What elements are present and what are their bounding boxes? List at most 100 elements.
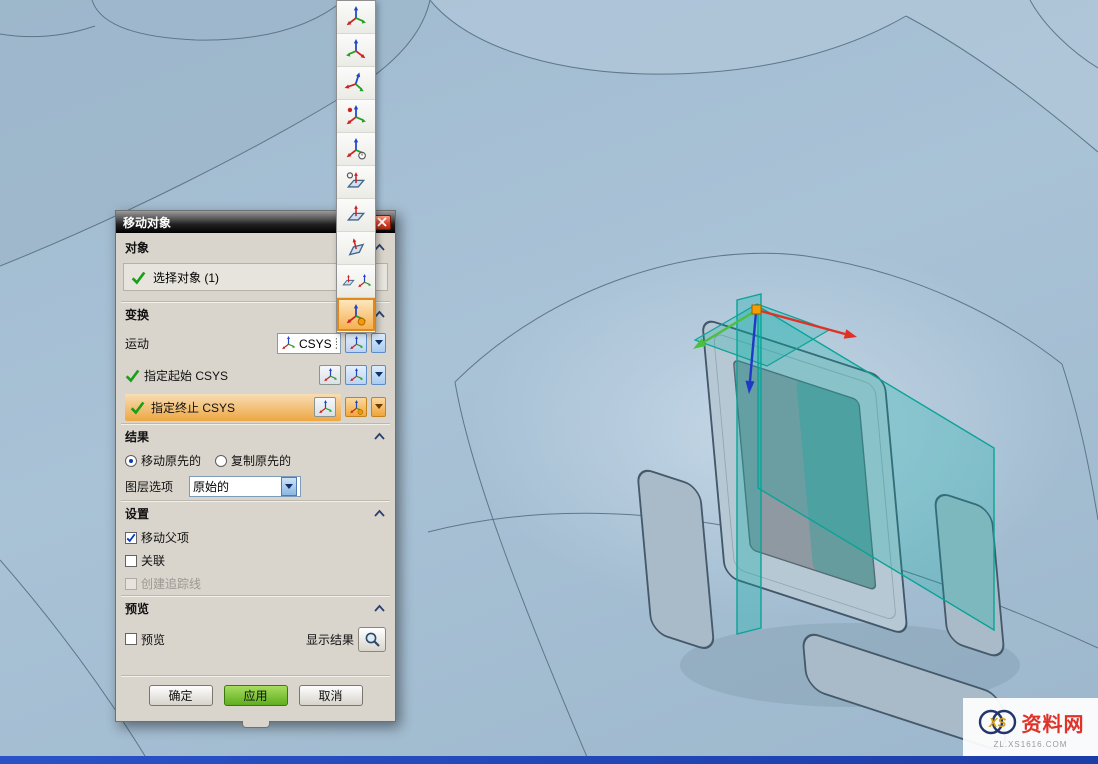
- magnifier-icon: [364, 631, 381, 648]
- section-result-header[interactable]: 结果: [121, 423, 390, 448]
- associative-checkbox[interactable]: [125, 555, 137, 567]
- watermark-logo-text: XS: [987, 715, 1006, 730]
- csys-constructor-icon: [318, 400, 333, 415]
- associative-row: 关联: [121, 549, 390, 572]
- triad-small-icon: [341, 274, 356, 289]
- flyout-dynamic-csys-selected-icon[interactable]: [337, 298, 375, 331]
- ok-button[interactable]: 确定: [149, 685, 213, 706]
- section-preview-header[interactable]: 预览: [121, 595, 390, 620]
- show-result-button[interactable]: [358, 627, 386, 652]
- surface-region: [430, 0, 1098, 152]
- triad-mirrored-icon: [345, 39, 367, 61]
- move-original-label: 移动原先的: [141, 452, 201, 469]
- flyout-offset-plane-icon[interactable]: [337, 166, 375, 199]
- result-radio-row: 移动原先的 复制原先的: [121, 449, 390, 472]
- flyout-triad-rotated-icon[interactable]: [337, 67, 375, 100]
- offset-plane-icon: [345, 171, 367, 193]
- dynamic-csys-icon: [349, 400, 364, 415]
- green-check-icon: [130, 400, 145, 415]
- end-csys-label: 指定终止 CSYS: [151, 399, 235, 416]
- start-csys-dropdown-button[interactable]: [371, 365, 386, 385]
- csys-to-csys-icon: [281, 336, 296, 351]
- triad-icon: [345, 6, 367, 28]
- triad-icon: [349, 336, 364, 351]
- end-csys-dropdown-button[interactable]: [371, 397, 386, 417]
- end-csys-row: 指定终止 CSYS: [121, 391, 390, 423]
- dropdown-arrow-icon: [375, 404, 383, 413]
- trace-line-row: 创建追踪线: [121, 572, 390, 595]
- end-csys-highlight[interactable]: 指定终止 CSYS: [125, 394, 341, 421]
- checkbox-check-icon: [126, 533, 136, 543]
- triad-small-icon: [357, 274, 372, 289]
- show-result-label: 显示结果: [306, 631, 354, 648]
- flyout-triad-point-icon[interactable]: [337, 100, 375, 133]
- apply-button[interactable]: 应用: [224, 685, 288, 706]
- flyout-triad-mirrored-icon[interactable]: [337, 34, 375, 67]
- watermark: XS 资料网 ZL.XS1616.COM: [963, 698, 1098, 756]
- layer-option-row: 图层选项 原始的: [121, 472, 390, 500]
- csys-constructor-icon: [323, 368, 338, 383]
- flyout-plane-x-axis-icon[interactable]: [337, 199, 375, 232]
- motion-label: 运动: [125, 335, 149, 352]
- move-parent-row: 移动父项: [121, 526, 390, 549]
- motion-dropdown-button[interactable]: [371, 333, 386, 353]
- triad-rotated-icon: [342, 69, 370, 97]
- green-check-icon: [131, 270, 146, 285]
- watermark-logo-icon: XS: [977, 705, 1019, 739]
- section-settings-header[interactable]: 设置: [121, 500, 390, 525]
- watermark-site: ZL.XS1616.COM: [994, 740, 1068, 749]
- csys-origin-handle[interactable]: [752, 305, 761, 314]
- collapse-chevron-icon[interactable]: [373, 603, 386, 614]
- preview-checkbox[interactable]: [125, 633, 137, 645]
- csys-type-flyout: [336, 0, 376, 333]
- layer-option-combobox[interactable]: 原始的: [189, 476, 301, 497]
- plane-angle-icon: [343, 235, 370, 262]
- trace-line-label: 创建追踪线: [141, 575, 201, 592]
- dialog-button-row: 确定 应用 取消: [121, 675, 390, 715]
- section-result-title: 结果: [125, 428, 373, 445]
- end-csys-option-button[interactable]: [345, 397, 367, 417]
- preview-label: 预览: [141, 631, 165, 648]
- copy-original-label: 复制原先的: [231, 452, 291, 469]
- flyout-triad-icon[interactable]: [337, 1, 375, 34]
- dropdown-arrow-icon: [285, 484, 293, 493]
- cancel-button[interactable]: 取消: [299, 685, 363, 706]
- bracket-left-leg: [637, 467, 715, 652]
- bottom-strip: [0, 756, 1098, 764]
- flyout-double-triad-icon[interactable]: [337, 265, 375, 298]
- move-parent-label: 移动父项: [141, 529, 189, 546]
- motion-combobox[interactable]: CSYS 到: [277, 333, 341, 354]
- motion-value: CSYS 到: [299, 335, 337, 352]
- watermark-brand: 资料网: [1022, 708, 1085, 737]
- x-axis-arrow[interactable]: [844, 329, 857, 339]
- flyout-triad-clock-icon[interactable]: [337, 133, 375, 166]
- section-preview-title: 预览: [125, 600, 373, 617]
- preview-row: 预览 显示结果: [121, 621, 390, 657]
- move-parent-checkbox[interactable]: [125, 532, 137, 544]
- section-settings-title: 设置: [125, 505, 373, 522]
- layer-dropdown-button[interactable]: [281, 477, 297, 496]
- flyout-plane-angle-icon[interactable]: [337, 232, 375, 265]
- layer-option-value: 原始的: [193, 478, 278, 495]
- dialog-resize-grip[interactable]: [242, 721, 270, 728]
- dynamic-csys-selected-icon: [345, 304, 367, 326]
- triad-clock-icon: [345, 138, 367, 160]
- dropdown-arrow-icon: [375, 372, 383, 381]
- motion-option-button[interactable]: [345, 333, 367, 353]
- associative-label: 关联: [141, 552, 165, 569]
- triad-point-icon: [345, 105, 367, 127]
- collapse-chevron-icon[interactable]: [373, 431, 386, 442]
- move-original-radio[interactable]: [125, 455, 137, 467]
- start-csys-option-button[interactable]: [345, 365, 367, 385]
- green-check-icon: [125, 368, 140, 383]
- triad-icon: [349, 368, 364, 383]
- plane-x-axis-icon: [345, 204, 367, 226]
- layer-option-label: 图层选项: [125, 478, 173, 495]
- start-csys-row: 指定起始 CSYS: [121, 359, 390, 391]
- application-window: 移动对象 对象 选择对象 (1) 变换 运动: [0, 0, 1098, 764]
- end-csys-dialog-button[interactable]: [314, 397, 336, 417]
- copy-original-radio[interactable]: [215, 455, 227, 467]
- collapse-chevron-icon[interactable]: [373, 508, 386, 519]
- start-csys-label: 指定起始 CSYS: [144, 367, 228, 384]
- start-csys-dialog-button[interactable]: [319, 365, 341, 385]
